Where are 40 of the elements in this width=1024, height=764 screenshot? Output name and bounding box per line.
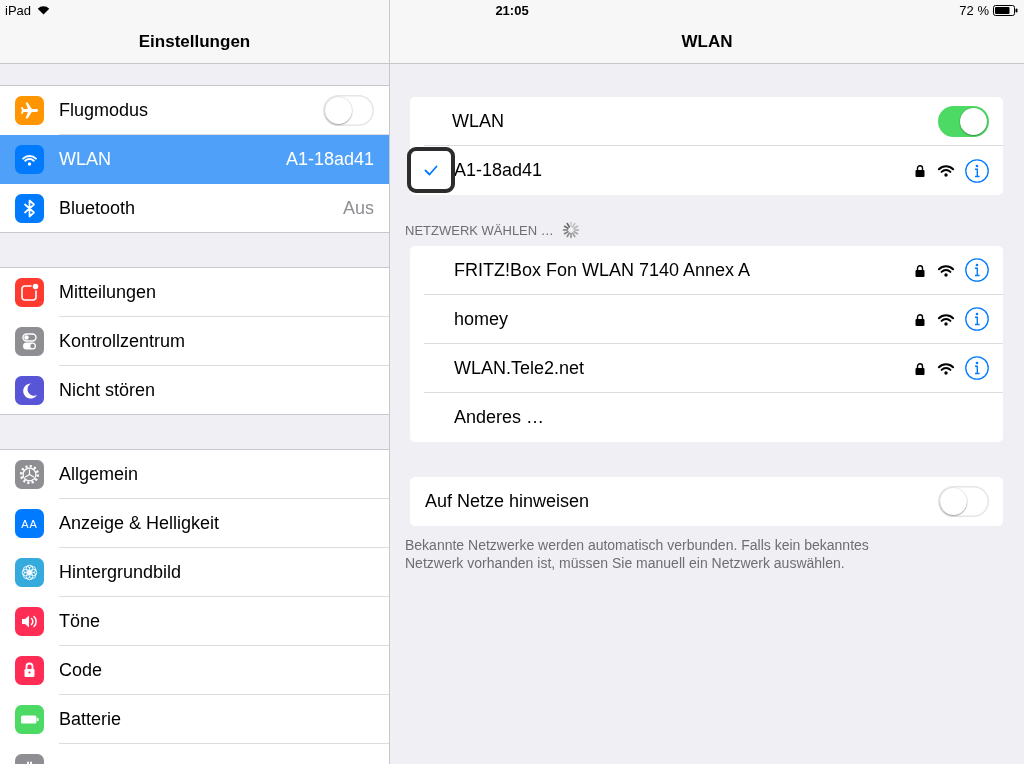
settings-row[interactable]: Töne <box>0 597 389 646</box>
footer-note: Bekannte Netzwerke werden automatisch verbunden. Falls kein bekanntes Netzwerk vorhanden ist, müssen Sie manuell ein Netzwerk auswählen. <box>405 536 870 572</box>
settings-row[interactable]: Mitteilungen <box>0 268 389 317</box>
info-icon[interactable] <box>965 258 989 282</box>
settings-row[interactable]: Allgemein <box>0 450 389 499</box>
info-icon[interactable] <box>965 307 989 331</box>
info-icon[interactable] <box>965 356 989 380</box>
toggle-switch[interactable] <box>323 94 374 126</box>
nav-title: WLAN <box>681 31 733 52</box>
settings-row[interactable]: Hintergrundbild <box>0 548 389 597</box>
nav-title: Einstellungen <box>138 31 251 52</box>
section-header: NETZWERK WÄHLEN … <box>405 222 554 238</box>
settings-row[interactable]: Bluetooth Aus <box>0 184 389 232</box>
settings-row[interactable]: Code <box>0 646 389 695</box>
network-row[interactable]: Anderes … <box>424 393 1003 442</box>
wifi-icon <box>37 5 51 15</box>
network-row[interactable]: FRITZ!Box Fon WLAN 7140 Annex A <box>424 246 1003 295</box>
settings-row[interactable]: Nicht stören <box>0 366 389 414</box>
wifi-icon <box>937 361 955 375</box>
network-row[interactable]: A1-18ad41 <box>424 146 1003 195</box>
status-time: 21:05 <box>495 2 529 18</box>
settings-row[interactable]: Kontrollzentrum <box>0 317 389 366</box>
network-row[interactable]: homey <box>424 295 1003 344</box>
text-size-icon: AA <box>15 509 44 538</box>
info-icon[interactable] <box>965 158 989 183</box>
battery-icon <box>993 4 1018 16</box>
settings-row[interactable]: Batterie <box>0 695 389 744</box>
network-row[interactable]: WLAN.Tele2.net <box>424 344 1003 393</box>
wifi-icon <box>937 164 955 177</box>
settings-row[interactable]: AA Anzeige & Helligkeit <box>0 499 389 548</box>
detail-value: Aus <box>342 197 374 219</box>
battery-percent: 72 % <box>959 2 989 18</box>
row-label: WLAN <box>452 110 505 132</box>
wifi-icon <box>937 312 955 326</box>
toggle-switch[interactable] <box>938 486 989 517</box>
detail-value: A1-18ad41 <box>285 148 374 170</box>
row-label: Auf Netze hinweisen <box>425 491 591 512</box>
wifi-icon <box>937 263 955 277</box>
toggle-switch[interactable] <box>938 105 989 137</box>
device-name: iPad <box>5 2 32 18</box>
